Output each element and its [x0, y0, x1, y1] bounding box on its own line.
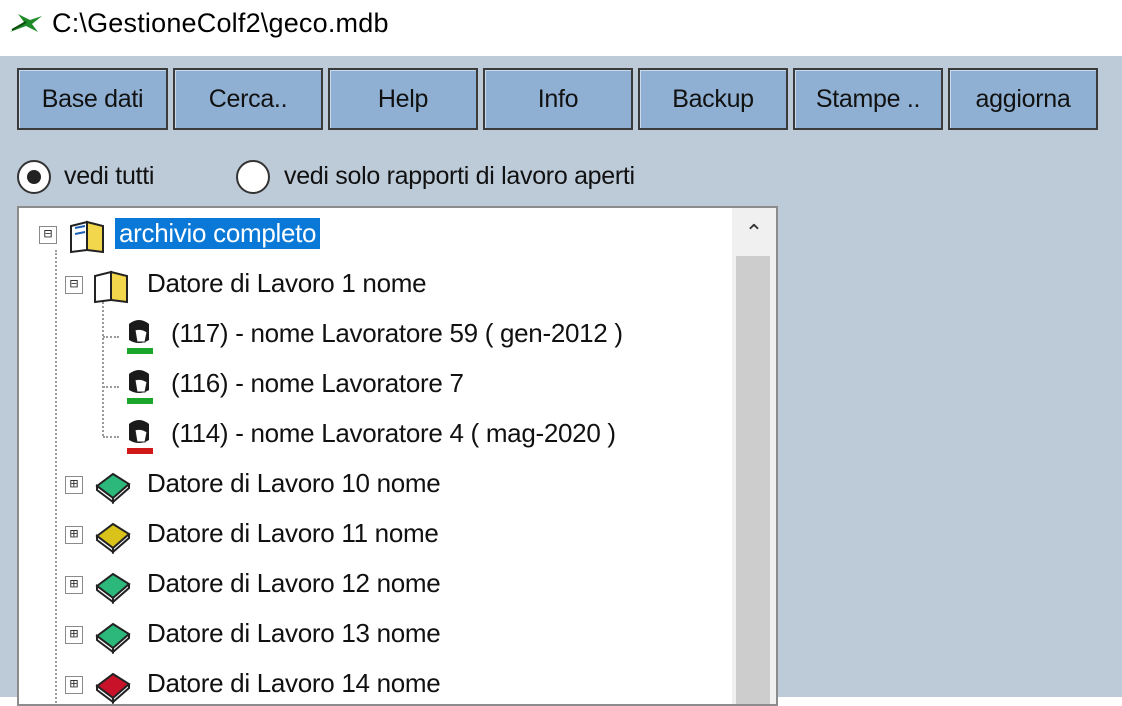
open-book-icon: [94, 270, 128, 304]
tree-node-label[interactable]: Datore di Lavoro 12 nome: [147, 568, 441, 599]
tree-node-label[interactable]: Datore di Lavoro 14 nome: [147, 668, 441, 699]
tree-node-label[interactable]: Datore di Lavoro 13 nome: [147, 618, 441, 649]
main-panel: Base dati Cerca.. Help Info Backup Stamp…: [0, 56, 1122, 706]
tree-node-employer[interactable]: ⊞ Datore di Lavoro 10 nome: [19, 464, 719, 510]
radio-vedi-aperti-label[interactable]: vedi solo rapporti di lavoro aperti: [284, 162, 635, 191]
stampe-button[interactable]: Stampe ..: [793, 68, 943, 130]
expand-icon[interactable]: ⊞: [65, 476, 83, 494]
scroll-thumb[interactable]: [736, 256, 770, 704]
tree-node-label[interactable]: Datore di Lavoro 11 nome: [147, 518, 439, 549]
collapse-icon[interactable]: ⊟: [65, 276, 83, 294]
backup-button[interactable]: Backup: [638, 68, 788, 130]
archive-tree[interactable]: ⊟ archivio completo ⊟ Datore di Lavoro 1…: [17, 206, 778, 706]
cerca-button[interactable]: Cerca..: [173, 68, 323, 130]
info-button[interactable]: Info: [483, 68, 633, 130]
tree-node-label[interactable]: archivio completo: [115, 218, 321, 249]
window-title: C:\GestioneColf2\geco.mdb: [52, 8, 389, 38]
expand-icon[interactable]: ⊞: [65, 526, 83, 544]
tree-node-employer[interactable]: ⊞ Datore di Lavoro 11 nome: [19, 514, 719, 560]
expand-icon[interactable]: ⊞: [65, 626, 83, 644]
book-icon: [95, 572, 131, 604]
help-button[interactable]: Help: [328, 68, 478, 130]
book-icon: [95, 522, 131, 554]
tree-node-worker[interactable]: (116) - nome Lavoratore 7: [19, 364, 719, 410]
title-bar: C:\GestioneColf2\geco.mdb: [0, 0, 1122, 56]
worker-icon: [127, 420, 153, 454]
book-icon: [95, 672, 131, 704]
expand-icon[interactable]: ⊞: [65, 676, 83, 694]
tree-node-root[interactable]: ⊟ archivio completo: [19, 214, 719, 260]
tree-node-employer[interactable]: ⊞ Datore di Lavoro 14 nome: [19, 664, 719, 704]
radio-vedi-tutti-label[interactable]: vedi tutti: [64, 162, 154, 191]
radio-vedi-tutti[interactable]: [17, 160, 51, 194]
tree-node-label[interactable]: (114) - nome Lavoratore 4 ( mag-2020 ): [171, 418, 616, 449]
book-icon: [95, 622, 131, 654]
radio-vedi-aperti[interactable]: [236, 160, 270, 194]
tree-node-label[interactable]: Datore di Lavoro 10 nome: [147, 468, 441, 499]
tree-node-employer[interactable]: ⊟ Datore di Lavoro 1 nome: [19, 264, 719, 310]
tree-node-employer[interactable]: ⊞ Datore di Lavoro 12 nome: [19, 564, 719, 610]
book-icon: [95, 472, 131, 504]
worker-icon: [127, 320, 153, 354]
tree-node-worker[interactable]: (117) - nome Lavoratore 59 ( gen-2012 ): [19, 314, 719, 360]
tree-node-employer[interactable]: ⊞ Datore di Lavoro 13 nome: [19, 614, 719, 660]
tree-node-label[interactable]: (117) - nome Lavoratore 59 ( gen-2012 ): [171, 318, 623, 349]
expand-icon[interactable]: ⊞: [65, 576, 83, 594]
tree-node-worker[interactable]: (114) - nome Lavoratore 4 ( mag-2020 ): [19, 414, 719, 460]
app-leaf-icon: [10, 14, 42, 32]
worker-icon: [127, 370, 153, 404]
scroll-up-arrow-icon[interactable]: ⌃: [736, 212, 772, 254]
tree-scrollbar[interactable]: ⌃: [732, 208, 776, 704]
tree-node-label[interactable]: (116) - nome Lavoratore 7: [171, 368, 464, 399]
open-book-icon: [70, 220, 104, 254]
tree-node-label[interactable]: Datore di Lavoro 1 nome: [147, 268, 427, 299]
base-dati-button[interactable]: Base dati: [17, 68, 168, 130]
collapse-icon[interactable]: ⊟: [39, 226, 57, 244]
aggiorna-button[interactable]: aggiorna: [948, 68, 1098, 130]
